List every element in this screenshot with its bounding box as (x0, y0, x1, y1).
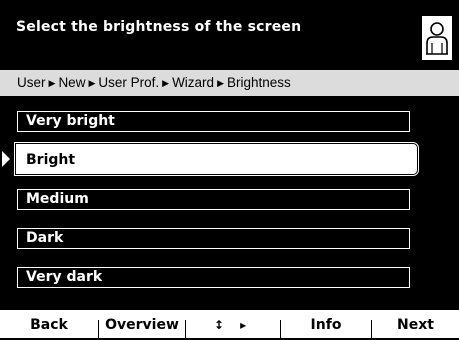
breadcrumb-separator-icon: ▶ (48, 78, 56, 88)
breadcrumb-item-brightness: Brightness (227, 75, 291, 90)
option-medium[interactable]: Medium (17, 189, 410, 210)
navigate-button[interactable]: ↕ ▸ (186, 310, 280, 338)
breadcrumb-item-user-prof: User Prof. (98, 75, 160, 90)
option-very-dark[interactable]: Very dark (17, 267, 410, 288)
breadcrumb-item-new: New (58, 75, 86, 90)
up-down-arrows-icon: ↕ ▸ (213, 318, 253, 332)
user-profile-button[interactable] (422, 16, 452, 60)
option-very-bright[interactable]: Very bright (17, 111, 410, 132)
next-button[interactable]: Next (372, 310, 459, 338)
breadcrumb: User ▶ New ▶ User Prof. ▶ Wizard ▶ Brightness (0, 70, 459, 96)
breadcrumb-separator-icon: ▶ (162, 78, 170, 88)
option-bright[interactable]: Bright (16, 144, 417, 174)
breadcrumb-item-wizard: Wizard (172, 75, 215, 90)
page-title: Select the brightness of the screen (16, 19, 302, 35)
breadcrumb-separator-icon: ▶ (217, 78, 224, 88)
softkey-bar: Back Overview ↕ ▸ Info Next (0, 310, 459, 338)
breadcrumb-separator-icon: ▶ (88, 78, 96, 88)
option-dark[interactable]: Dark (17, 228, 410, 249)
info-button[interactable]: Info (281, 310, 371, 338)
selection-arrow-icon (2, 151, 10, 167)
breadcrumb-item-user: User (17, 75, 46, 90)
user-icon (426, 22, 448, 55)
overview-button[interactable]: Overview (99, 310, 185, 338)
back-button[interactable]: Back (0, 310, 98, 338)
